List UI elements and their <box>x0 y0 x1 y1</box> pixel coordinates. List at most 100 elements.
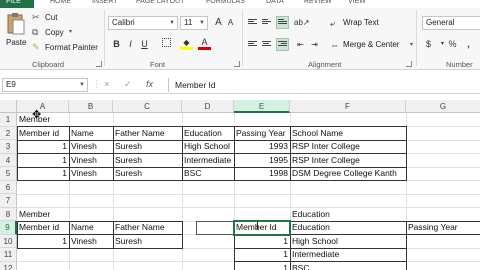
currency-button[interactable]: $ <box>422 38 435 51</box>
enter-icon[interactable]: ✓ <box>124 79 132 90</box>
table-header-cell[interactable]: Education <box>290 221 406 235</box>
comma-button[interactable]: , <box>462 38 475 51</box>
tab-page-layout[interactable]: PAGE LAYOUT <box>136 0 184 8</box>
table-header-cell[interactable]: Father Name <box>113 127 182 141</box>
table-cell[interactable]: Suresh <box>113 235 182 249</box>
table-header-cell[interactable]: Member id <box>17 127 69 141</box>
table-cell[interactable]: 1998 <box>234 167 290 181</box>
table-cell[interactable]: 1 <box>234 248 290 262</box>
column-header-d[interactable]: D <box>182 100 234 113</box>
bottom-align-button[interactable] <box>276 16 289 29</box>
orientation-button[interactable]: ab↗ <box>294 16 310 29</box>
table-cell[interactable]: 1 <box>234 235 290 249</box>
increase-indent-button[interactable]: ⇥ <box>308 38 321 51</box>
table-header-cell[interactable]: Father Name <box>113 221 182 235</box>
tab-formulas[interactable]: FORMULAS <box>206 0 245 8</box>
row-header-9[interactable]: 9 <box>0 221 17 235</box>
tab-data[interactable]: DATA <box>266 0 284 8</box>
table-cell[interactable]: Intermediate <box>290 248 406 262</box>
clipboard-launcher[interactable] <box>96 61 102 67</box>
row-header-1[interactable]: 1 <box>0 113 17 127</box>
table-cell[interactable]: Vinesh <box>69 154 113 168</box>
borders-button[interactable] <box>160 38 173 51</box>
table-cell[interactable]: RSP Inter College <box>290 140 406 154</box>
font-launcher[interactable] <box>234 61 240 67</box>
column-header-g[interactable]: G <box>406 100 480 113</box>
tab-home[interactable]: HOME <box>50 0 71 8</box>
percent-button[interactable]: % <box>446 38 459 51</box>
fill-color-button[interactable]: ◆ <box>180 38 193 51</box>
formula-input[interactable]: Member Id <box>168 78 480 92</box>
tab-file[interactable]: FILE <box>0 0 34 8</box>
row-header-11[interactable]: 11 <box>0 248 17 262</box>
column-header-e[interactable]: E <box>234 100 290 113</box>
font-name-dropdown[interactable]: Calibri ▼ <box>108 16 178 30</box>
row-header-7[interactable]: 7 <box>0 194 17 208</box>
table-cell[interactable]: Suresh <box>113 154 182 168</box>
table-cell[interactable]: High School <box>290 235 406 249</box>
row-header-3[interactable]: 3 <box>0 140 17 154</box>
table3-title[interactable]: Education <box>290 208 406 222</box>
table-cell[interactable]: BSC <box>182 167 234 181</box>
column-header-c[interactable]: C <box>113 100 182 113</box>
table2-title[interactable]: Member <box>17 208 77 222</box>
table-cell[interactable]: Vinesh <box>69 167 113 181</box>
table-cell[interactable]: Vinesh <box>69 235 113 249</box>
tab-view[interactable]: VIEW <box>348 0 366 8</box>
bold-button[interactable]: B <box>110 38 123 51</box>
table-cell[interactable]: 1993 <box>234 140 290 154</box>
table-cell[interactable]: 1 <box>234 262 290 270</box>
alignment-launcher[interactable] <box>406 61 412 67</box>
font-size-dropdown[interactable]: 11 ▼ <box>180 16 208 30</box>
tab-review[interactable]: REVIEW <box>304 0 332 8</box>
table-cell[interactable]: Suresh <box>113 167 182 181</box>
middle-align-icon[interactable] <box>262 18 271 27</box>
row-header-5[interactable]: 5 <box>0 167 17 181</box>
insert-function-icon[interactable]: fx <box>146 79 153 89</box>
tab-insert[interactable]: INSERT <box>92 0 118 8</box>
table-cell[interactable]: RSP Inter College <box>290 154 406 168</box>
cancel-icon[interactable]: × <box>104 79 109 89</box>
column-header-a[interactable]: A <box>17 100 69 113</box>
underline-button[interactable]: U <box>138 38 151 51</box>
column-header-b[interactable]: B <box>69 100 113 113</box>
number-format-dropdown[interactable]: General <box>422 16 480 30</box>
select-all-corner[interactable] <box>0 100 17 113</box>
table-header-cell[interactable]: School Name <box>290 127 406 141</box>
paste-button[interactable]: Paste <box>6 12 28 52</box>
row-header-2[interactable]: 2 <box>0 126 17 140</box>
row-header-12[interactable]: 12 <box>0 261 17 270</box>
row-header-8[interactable]: 8 <box>0 207 17 221</box>
table-cell[interactable]: 1 <box>17 140 69 154</box>
table1-title[interactable]: Member <box>17 113 77 127</box>
table-cell[interactable]: Vinesh <box>69 140 113 154</box>
table-header-cell[interactable]: Education <box>182 127 234 141</box>
row-header-10[interactable]: 10 <box>0 234 17 248</box>
table-cell[interactable]: 1 <box>17 167 69 181</box>
italic-button[interactable]: I <box>124 38 137 51</box>
top-align-icon[interactable] <box>248 18 257 27</box>
align-left-icon[interactable] <box>248 40 257 49</box>
align-center-icon[interactable] <box>262 40 271 49</box>
decrease-indent-button[interactable]: ⇤ <box>294 38 307 51</box>
active-cell-selection[interactable] <box>233 219 291 236</box>
table-cell[interactable]: 1 <box>17 235 69 249</box>
name-box[interactable]: E9 ▼ <box>2 78 88 92</box>
table-cell[interactable]: 1995 <box>234 154 290 168</box>
table-header-cell[interactable]: Passing Year <box>406 221 480 235</box>
shrink-font-button[interactable]: A <box>224 16 237 29</box>
table-cell[interactable]: Suresh <box>113 140 182 154</box>
row-header-4[interactable]: 4 <box>0 153 17 167</box>
table-header-cell[interactable]: Name <box>69 221 113 235</box>
font-color-button[interactable]: A <box>198 38 211 51</box>
table-header-cell[interactable]: Member id <box>17 221 69 235</box>
table-header-cell[interactable]: Name <box>69 127 113 141</box>
table-cell[interactable]: Intermediate <box>182 154 234 168</box>
table-cell[interactable]: DSM Degree College Kanth <box>290 167 406 181</box>
column-header-f[interactable]: F <box>290 100 406 113</box>
row-header-6[interactable]: 6 <box>0 180 17 194</box>
table-cell[interactable]: 1 <box>17 154 69 168</box>
align-right-button[interactable] <box>276 38 289 51</box>
table-cell[interactable]: BSC <box>290 262 406 270</box>
table-header-cell[interactable]: Passing Year <box>234 127 290 141</box>
